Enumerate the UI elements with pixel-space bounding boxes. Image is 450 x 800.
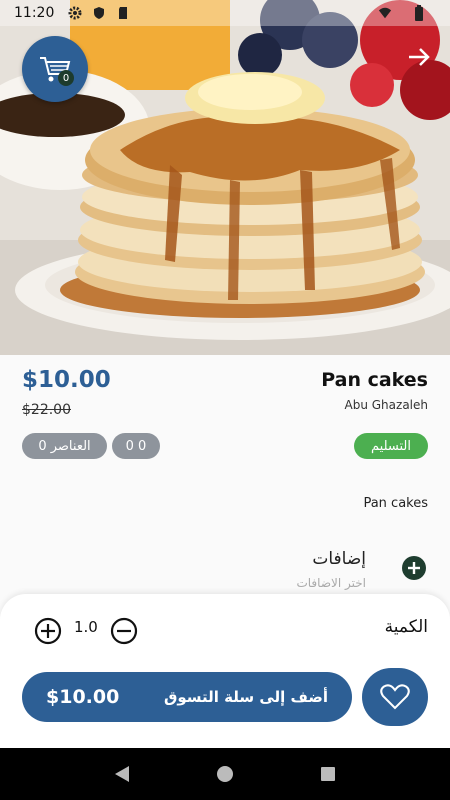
cart-count-badge: 0 — [58, 70, 74, 86]
back-button[interactable] — [406, 44, 432, 70]
product-screen: 11:20 0 $10.00 $22.00 Pan cakes Abu Ghaz… — [0, 0, 450, 800]
add-to-cart-label: أضف إلى سلة التسوق — [163, 688, 328, 706]
addons-title: إضافات — [312, 549, 366, 569]
status-bar: 11:20 — [0, 0, 450, 26]
items-chip: 0 العناصر — [22, 433, 107, 459]
add-addon-button[interactable] — [402, 556, 426, 580]
quantity-increase-button[interactable] — [34, 617, 62, 645]
nav-home-button[interactable] — [213, 762, 237, 786]
arrow-right-icon — [409, 48, 430, 66]
system-nav-bar — [0, 748, 450, 800]
add-to-cart-button[interactable]: $10.00 أضف إلى سلة التسوق — [22, 672, 352, 722]
quantity-label: الكمية — [384, 617, 428, 637]
product-price: $10.00 — [22, 367, 111, 393]
product-vendor: Abu Ghazaleh — [344, 398, 428, 412]
product-title: Pan cakes — [321, 369, 428, 391]
status-time: 11:20 — [14, 5, 55, 21]
gear-icon — [68, 6, 82, 20]
sd-card-icon — [116, 6, 130, 20]
back-triangle-icon — [114, 766, 129, 782]
wifi-icon — [378, 6, 392, 20]
favorite-button[interactable] — [362, 668, 428, 726]
product-description: Pan cakes — [363, 496, 428, 511]
nav-recents-button[interactable] — [316, 762, 340, 786]
nav-back-button[interactable] — [110, 762, 134, 786]
add-to-cart-price: $10.00 — [46, 686, 120, 708]
minus-circle-icon — [110, 617, 138, 645]
shield-icon — [92, 6, 106, 20]
addons-hint: اختر الاضافات — [296, 576, 366, 590]
battery-icon — [412, 5, 426, 21]
plus-icon — [408, 562, 420, 574]
cart-button[interactable]: 0 — [22, 36, 88, 102]
plus-circle-icon — [34, 617, 62, 645]
heart-icon — [380, 684, 410, 710]
home-circle-icon — [216, 766, 233, 782]
delivery-chip: التسليم — [354, 433, 428, 459]
count-chip: 0 0 — [112, 433, 160, 459]
quantity-decrease-button[interactable] — [110, 617, 138, 645]
quantity-value: 1.0 — [74, 618, 98, 636]
recents-square-icon — [321, 767, 336, 781]
product-old-price: $22.00 — [22, 402, 71, 418]
